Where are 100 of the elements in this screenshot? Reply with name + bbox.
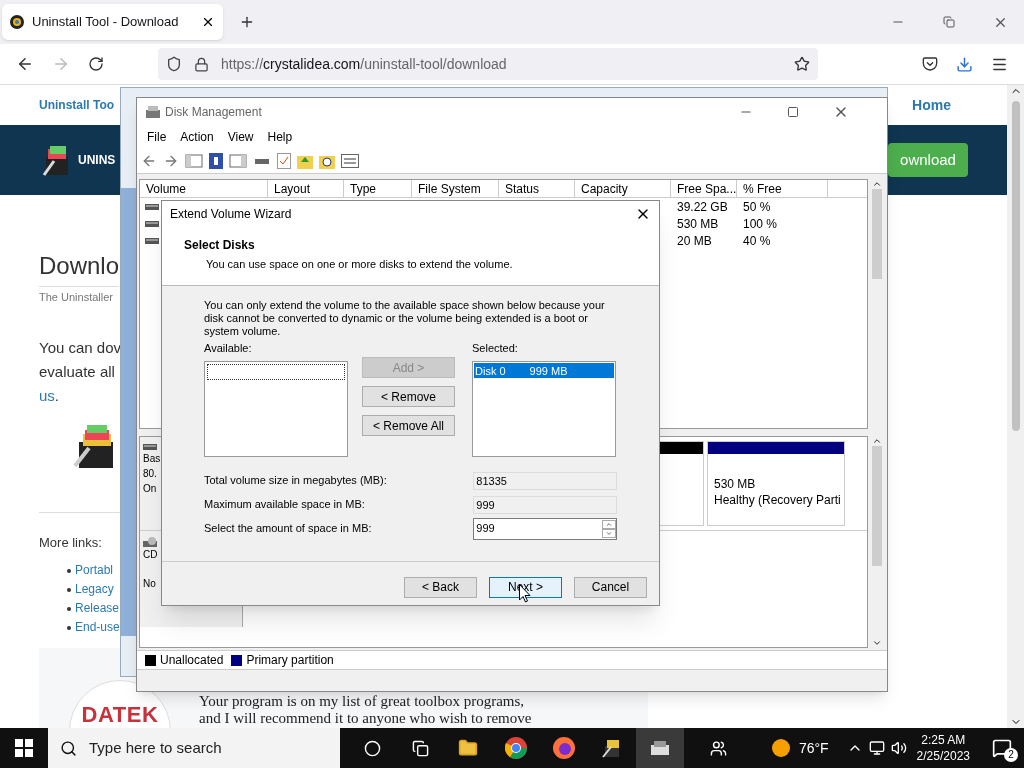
back-icon[interactable] (16, 55, 34, 73)
column-header[interactable]: Capacity (575, 180, 671, 197)
list-label: Available: (204, 341, 253, 356)
intro-text: evaluate all (39, 361, 115, 382)
properties-icon[interactable] (341, 153, 359, 168)
drive-icon (143, 443, 157, 451)
table-cell-text: 530 MB (676, 215, 720, 233)
browser-tab[interactable]: Uninstall Tool - Download (2, 4, 223, 40)
sun-icon (771, 739, 790, 757)
clock-time: 2:25 AM (921, 732, 966, 748)
available-list[interactable] (204, 360, 348, 457)
partition-status: Healthy (Recovery Parti (714, 492, 838, 508)
disk-label: CD (143, 548, 158, 562)
lock-icon[interactable] (194, 56, 209, 72)
address-bar[interactable]: https://crystalidea.com/uninstall-tool/download (158, 48, 818, 80)
nav-link[interactable]: Home (912, 94, 951, 116)
scroll-down-icon[interactable] (871, 638, 882, 648)
table-cell-text: 100 % (742, 215, 778, 233)
menu-item[interactable]: Action (180, 128, 214, 146)
weather-text: 76°F (798, 738, 829, 758)
network-icon[interactable] (868, 740, 885, 756)
table-cell-text: 40 % (742, 232, 771, 250)
list-label: Selected: (472, 341, 519, 356)
period-text: . (54, 385, 59, 406)
scroll-up-icon[interactable] (871, 179, 882, 189)
intro-text: You can dov (39, 337, 122, 358)
column-header[interactable]: Layout (268, 180, 344, 197)
bookmark-star-icon[interactable] (794, 56, 810, 72)
menu-item[interactable]: Help (267, 128, 293, 146)
recovery-partition[interactable]: 530 MB Healthy (Recovery Parti (707, 441, 845, 526)
drive-icon (145, 236, 159, 245)
banner-title: UNINS (78, 152, 116, 169)
nav-link[interactable]: Uninstall Too (39, 96, 115, 114)
windows-start-icon[interactable] (15, 739, 33, 757)
table-cell-text: 50 % (742, 198, 771, 216)
column-header[interactable]: Volume (140, 180, 268, 197)
more-link[interactable]: End-use (75, 619, 120, 636)
drive-icon (145, 202, 159, 211)
wizard-heading: Select Disks (184, 237, 256, 254)
legend-label: Unallocated (160, 652, 224, 669)
clock-date: 2/25/2023 (916, 748, 970, 764)
more-links-title: More links: (39, 533, 102, 552)
legend-label: Primary partition (246, 652, 334, 669)
readonly-field: 999 (473, 495, 617, 514)
testimonial-text: Your program is on my list of great toolbox programs, (199, 693, 526, 710)
search-icon (60, 739, 77, 757)
bullet-icon (67, 568, 71, 573)
new-tab-icon[interactable] (239, 14, 255, 30)
people-icon[interactable] (710, 739, 727, 757)
table-cell-text: 39.22 GB (676, 198, 729, 216)
help-icon[interactable] (209, 152, 223, 169)
page-subtitle: The Uninstaller (39, 290, 113, 305)
column-header[interactable]: % Free (737, 180, 828, 197)
disk-label: Bas (143, 452, 161, 466)
column-header[interactable]: File System (412, 180, 499, 197)
field-label: Total volume size in megabytes (MB): (204, 473, 388, 489)
testimonial-text: and I will recommend it to anyone who wish to remove (199, 710, 532, 727)
bullet-icon (67, 606, 71, 611)
wizard-subheading: You can use space on one or more disks to extend the volume. (206, 257, 514, 272)
move-button[interactable]: < Remove (362, 386, 455, 407)
close-tab-icon[interactable] (201, 15, 215, 29)
column-header[interactable]: Free Spa... (671, 180, 737, 197)
move-button[interactable]: < Remove All (362, 415, 455, 436)
column-header[interactable]: Status (499, 180, 575, 197)
download-icon[interactable] (956, 55, 973, 73)
column-header[interactable]: Type (344, 180, 412, 197)
scroll-up-icon[interactable] (871, 436, 882, 446)
more-link[interactable]: Portabl (75, 562, 114, 579)
wizard-note: You can only extend the volume to the available space shown below because your disk cannot be converted to dynamic or the volume being extended is a boot or system volume. (204, 299, 606, 338)
reload-icon[interactable] (88, 56, 104, 72)
field-label: Select the amount of space in MB: (204, 521, 373, 537)
wizard-button[interactable]: < Back (404, 576, 477, 598)
url-text: https://crystalidea.com/uninstall-tool/download (221, 54, 508, 74)
more-link[interactable]: Legacy (75, 581, 114, 598)
page-heading: Downlo (39, 251, 120, 281)
app-logo-icon (10, 15, 24, 29)
restore-icon[interactable] (943, 16, 955, 28)
taskbar-search-field[interactable]: Type here to search (48, 728, 340, 768)
maximize-icon[interactable] (787, 106, 799, 118)
readonly-field: 81335 (473, 471, 617, 490)
more-link[interactable]: Release (75, 600, 120, 617)
disk-drive-icon[interactable] (636, 728, 684, 768)
pocket-icon[interactable] (922, 56, 938, 72)
disk-label: 80. (143, 467, 157, 481)
window-title: Disk Management (165, 104, 262, 121)
shield-icon[interactable] (166, 56, 182, 72)
disk-drive-icon (145, 105, 161, 119)
bullet-icon (67, 587, 71, 592)
intro-link[interactable]: us (39, 383, 55, 408)
menu-item[interactable]: File (147, 128, 167, 146)
table-cell-text: 20 MB (676, 232, 713, 250)
disk-label: On (143, 482, 157, 496)
checklist-icon[interactable] (277, 152, 291, 169)
wizard-button[interactable]: Cancel (574, 576, 647, 598)
volume-icon[interactable] (890, 740, 907, 756)
field-label: Maximum available space in MB: (204, 497, 366, 513)
menu-item[interactable]: View (227, 128, 254, 146)
logo-text: DATEK (81, 703, 159, 727)
partition-size: 530 MB (714, 476, 757, 492)
list-item[interactable]: Disk 0 999 MB (474, 362, 614, 378)
